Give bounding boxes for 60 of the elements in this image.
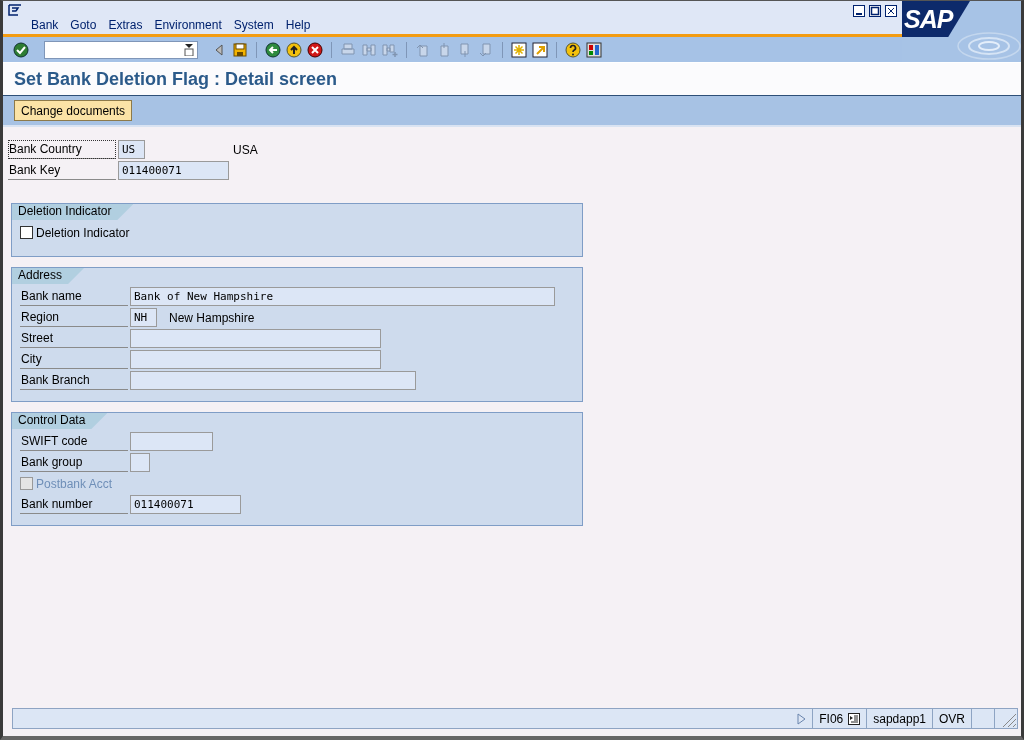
input-field[interactable]	[130, 453, 150, 472]
field-label: Bank name	[20, 287, 128, 306]
input-field[interactable]: 011400071	[130, 495, 241, 514]
field-label: Bank Country	[8, 140, 116, 159]
field-description: New Hampshire	[169, 310, 255, 325]
input-field[interactable]	[130, 432, 213, 451]
minimize-icon[interactable]	[853, 5, 865, 17]
change-documents-button[interactable]: Change documents	[14, 100, 133, 121]
input-field[interactable]	[130, 350, 381, 369]
field-label: SWIFT code	[20, 432, 128, 451]
menu-item[interactable]: Environment	[148, 18, 228, 32]
field-description: USA	[233, 142, 258, 157]
find-icon[interactable]	[361, 41, 377, 58]
input-field[interactable]: US	[118, 140, 145, 159]
input-field[interactable]: NH	[130, 308, 157, 327]
group-title: Control Data	[12, 413, 108, 429]
ripple-drawing	[957, 32, 1021, 60]
menu-item[interactable]: Goto	[64, 18, 103, 32]
input-field[interactable]	[130, 329, 381, 348]
input-field[interactable]	[130, 371, 416, 390]
checkbox-label: Deletion Indicator	[36, 225, 130, 240]
dropdown-icon[interactable]	[184, 43, 194, 56]
field-label: City	[20, 350, 128, 369]
maximize-icon[interactable]	[869, 5, 881, 17]
field-label: Street	[20, 329, 128, 348]
command-field[interactable]	[44, 40, 198, 59]
field-label: Bank Key	[8, 161, 116, 180]
list-icon[interactable]	[848, 712, 861, 725]
server-name: sapdapp1	[867, 709, 933, 728]
checkbox-label: Postbank Acct	[36, 476, 113, 491]
group-title: Address	[12, 268, 85, 284]
sap-logo: SAP	[902, 1, 970, 37]
input-mode: OVR	[933, 709, 972, 728]
check-icon[interactable]	[13, 41, 29, 58]
help-icon[interactable]	[565, 41, 581, 58]
layout-icon[interactable]	[586, 41, 602, 58]
screen-title: Set Bank Deletion Flag : Detail screen	[3, 63, 1021, 96]
input-field[interactable]: 011400071	[118, 161, 229, 180]
menu-item[interactable]: System	[227, 18, 280, 32]
menu-item[interactable]: Extras	[102, 18, 149, 32]
transaction-code: FI06	[819, 711, 844, 726]
shortcut-icon[interactable]	[532, 41, 548, 58]
system-menu-icon[interactable]	[8, 4, 22, 16]
group-title: Deletion Indicator	[12, 204, 134, 220]
save-icon[interactable]	[232, 41, 248, 58]
new-window-icon[interactable]	[511, 41, 527, 58]
checkbox[interactable]	[20, 226, 33, 239]
menu-item[interactable]: Help	[279, 18, 317, 32]
last-page-icon[interactable]	[478, 41, 494, 58]
input-field[interactable]: Bank of New Hampshire	[130, 287, 555, 306]
field-label: Bank group	[20, 453, 128, 472]
expand-triangle-icon[interactable]	[796, 712, 807, 725]
field-label: Bank number	[20, 495, 128, 514]
cancel-icon[interactable]	[307, 41, 323, 58]
print-icon[interactable]	[340, 41, 356, 58]
menu-item[interactable]: Bank	[25, 18, 65, 32]
field-label: Bank Branch	[20, 371, 128, 390]
find-next-icon[interactable]	[382, 41, 398, 58]
close-icon[interactable]	[885, 5, 897, 17]
field-label: Region	[20, 308, 128, 327]
